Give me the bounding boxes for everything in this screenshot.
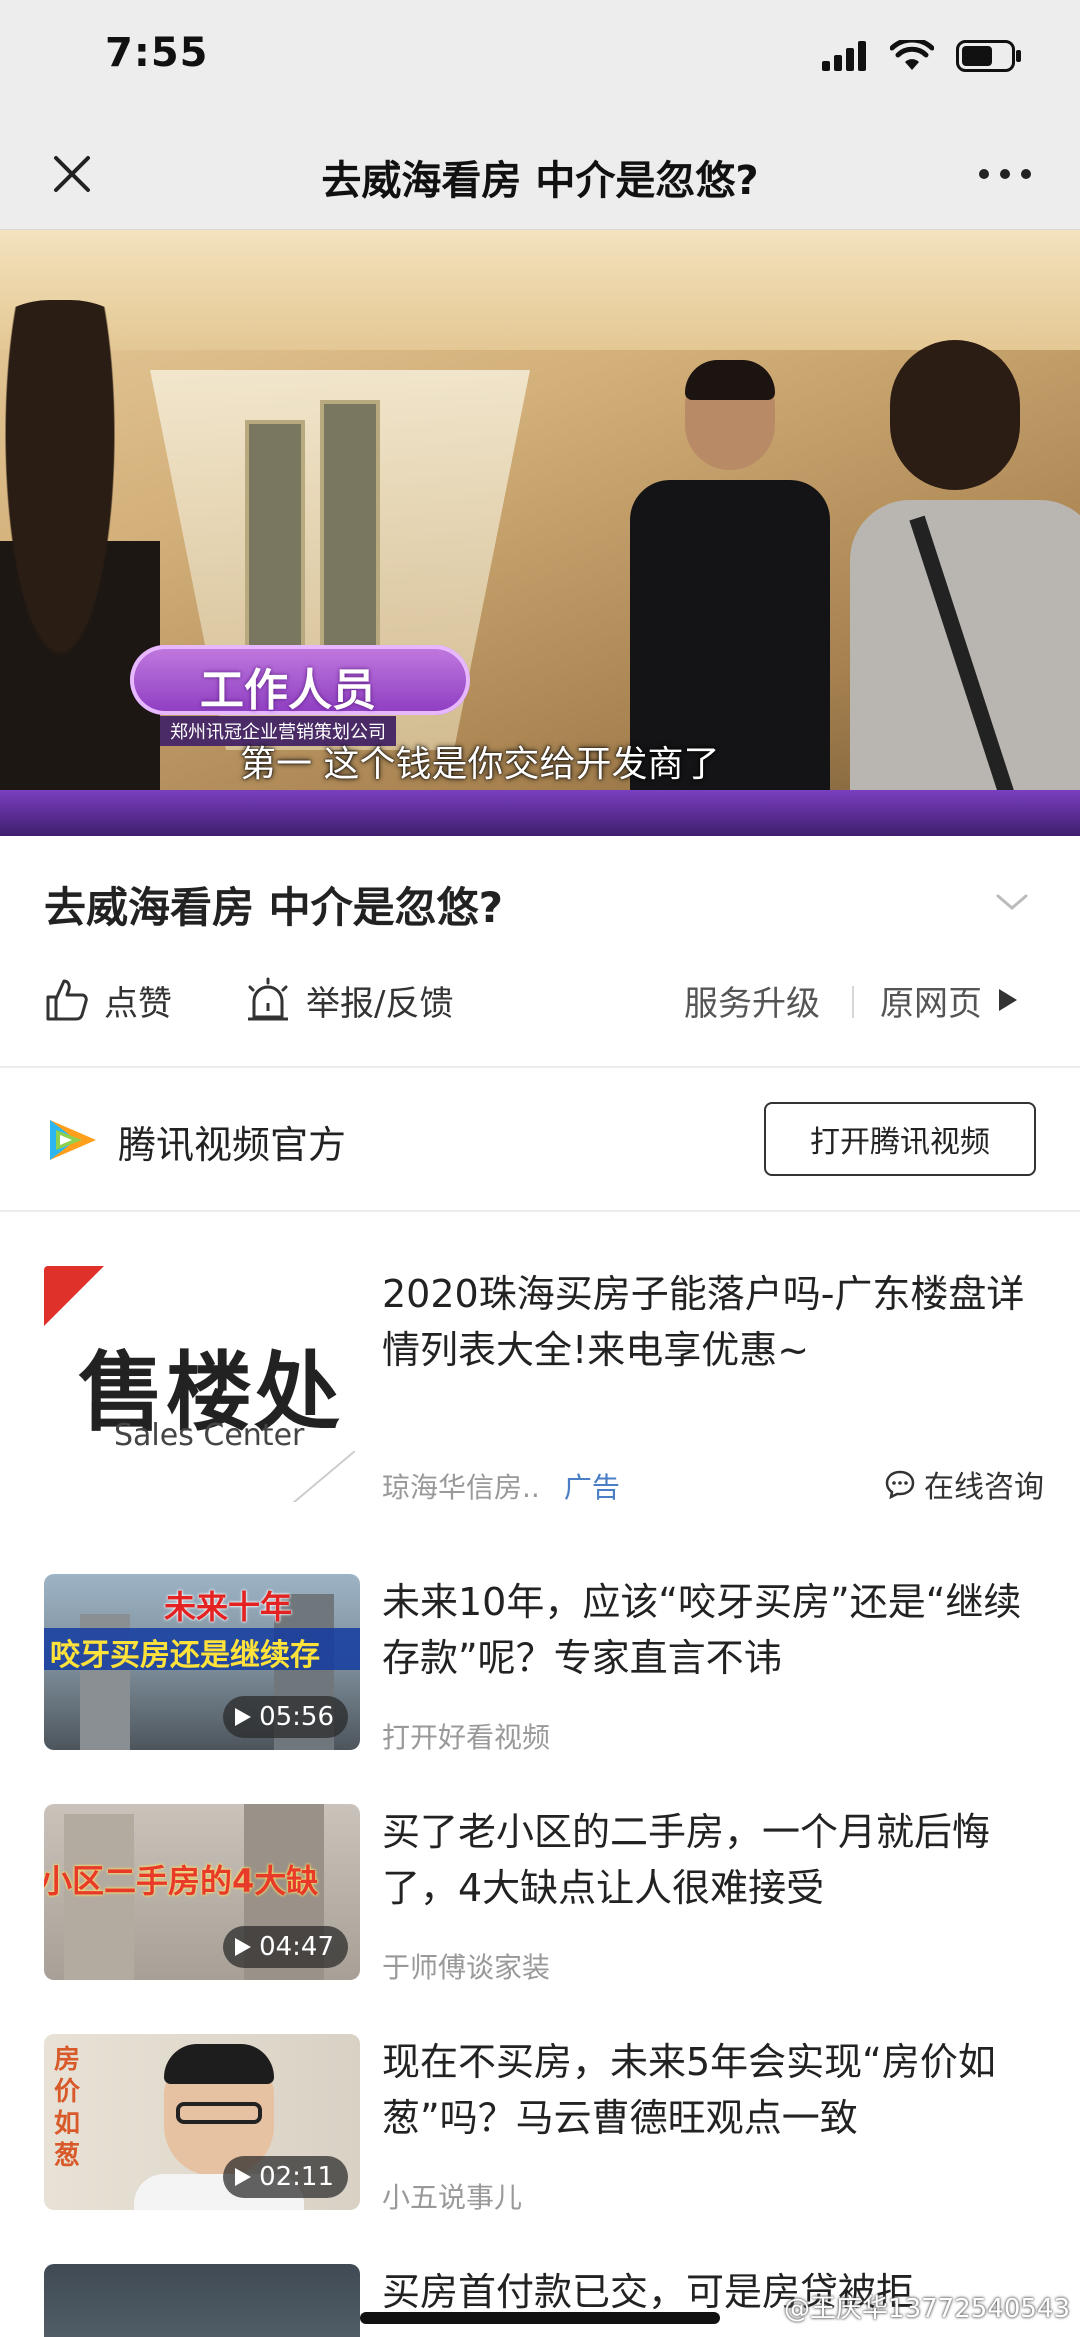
wifi-icon xyxy=(890,40,934,70)
caption-name: 工作人员 xyxy=(200,665,376,716)
upgrade-label: 服务升级 xyxy=(684,983,820,1024)
list-item[interactable]: 房价如葱 02:11 现在不买房，未来5年会实现“房价如葱”吗？马云曹德旺观点一… xyxy=(0,2034,1080,2214)
thumb-hair xyxy=(164,2044,274,2084)
divider xyxy=(0,1210,1080,1212)
chevron-down-icon[interactable] xyxy=(994,890,1030,914)
signal-icon xyxy=(822,41,866,71)
video-thumbnail: 房价如葱 02:11 xyxy=(44,2034,360,2210)
status-bar: 7:55 xyxy=(0,0,1080,118)
item-title: 未来10年，应该“咬牙买房”还是“继续存款”呢？专家直言不讳 xyxy=(382,1580,1022,1680)
duration-label: 02:11 xyxy=(259,2162,334,2192)
status-time: 7:55 xyxy=(105,30,209,76)
source-row: 腾讯视频官方 打开腾讯视频 xyxy=(0,1068,1080,1210)
video-thumbnail: 未来十年 咬牙买房还是继续存 05:56 xyxy=(44,1574,360,1750)
article-actions: 点赞 举报/反馈 服务升级 原网页 xyxy=(0,960,1080,1060)
video-door xyxy=(320,400,380,680)
alarm-icon xyxy=(248,977,288,1021)
item-title: 现在不买房，未来5年会实现“房价如葱”吗？马云曹德旺观点一致 xyxy=(382,2040,996,2140)
video-person-left xyxy=(0,300,160,836)
nav-bar: 去威海看房 中介是忽悠? xyxy=(0,118,1080,230)
online-consult-button[interactable]: 在线咨询 xyxy=(884,1462,1044,1506)
item-author: 小五说事儿 xyxy=(382,2181,523,2214)
source-name: 腾讯视频官方 xyxy=(118,1123,347,1167)
duration-label: 05:56 xyxy=(259,1702,334,1732)
video-duration: 05:56 xyxy=(223,1696,348,1738)
more-icon[interactable] xyxy=(970,146,1040,202)
play-icon xyxy=(235,1708,252,1726)
video-door xyxy=(245,420,305,670)
item-author: 琼海华信房.. xyxy=(382,1471,540,1504)
open-tencent-video-button[interactable]: 打开腾讯视频 xyxy=(764,1102,1036,1176)
action-divider xyxy=(852,986,854,1018)
play-icon xyxy=(999,989,1017,1011)
status-icons xyxy=(822,40,1022,72)
thumb-glasses xyxy=(176,2102,262,2124)
play-icon xyxy=(235,2168,252,2186)
list-item-ad[interactable]: 售楼处 Sales Center 2020珠海买房子能落户吗-广东楼盘详情列表大… xyxy=(0,1266,1080,1516)
home-indicator[interactable] xyxy=(360,2312,720,2324)
item-author: 于师傅谈家装 xyxy=(382,1951,551,1984)
item-meta: 琼海华信房.. 广告 xyxy=(382,1466,620,1506)
video-player[interactable]: 工作人员 郑州讯冠企业营销策划公司 第一 这个钱是你交给开发商了 xyxy=(0,230,1080,836)
duration-label: 04:47 xyxy=(259,1932,334,1962)
thumbs-up-icon xyxy=(46,979,88,1021)
nav-title: 去威海看房 中介是忽悠? xyxy=(321,158,759,204)
ad-thumbnail: 售楼处 Sales Center xyxy=(44,1266,360,1502)
play-icon xyxy=(235,1938,252,1956)
tencent-video-logo-icon xyxy=(50,1120,96,1160)
original-page-link[interactable]: 原网页 xyxy=(880,960,1020,1040)
watermark: @王庆华13772540543 xyxy=(784,2294,1070,2324)
video-thumbnail: 小区二手房的4大缺 04:47 xyxy=(44,1804,360,1980)
video-band xyxy=(0,790,1080,836)
video-duration: 04:47 xyxy=(223,1926,348,1968)
video-duration: 02:11 xyxy=(223,2156,348,2198)
video-subtitle: 第一 这个钱是你交给开发商了 xyxy=(240,744,720,785)
report-label: 举报/反馈 xyxy=(306,983,454,1024)
ad-label: 广告 xyxy=(563,1471,620,1504)
like-button[interactable]: 点赞 xyxy=(44,960,172,1040)
report-button[interactable]: 举报/反馈 xyxy=(244,960,453,1040)
thumb-sub-text: Sales Center xyxy=(114,1418,305,1453)
item-author: 打开好看视频 xyxy=(382,1721,551,1754)
corner-ribbon xyxy=(44,1266,104,1326)
thumb-text: 未来十年 xyxy=(164,1588,293,1626)
article-title: 去威海看房 中介是忽悠? xyxy=(44,883,503,932)
thumb-text: 小区二手房的4大缺 xyxy=(44,1862,319,1900)
video-ceiling xyxy=(0,230,1080,350)
item-title: 2020珠海买房子能落户吗-广东楼盘详情列表大全!来电享优惠~ xyxy=(382,1272,1025,1372)
list-item[interactable]: 小区二手房的4大缺 04:47 买了老小区的二手房，一个月就后悔了，4大缺点让人… xyxy=(0,1804,1080,1984)
video-thumbnail xyxy=(44,2264,360,2337)
list-item[interactable]: 未来十年 咬牙买房还是继续存 05:56 未来10年，应该“咬牙买房”还是“继续… xyxy=(0,1574,1080,1754)
service-upgrade-link[interactable]: 服务升级 xyxy=(684,960,820,1040)
thumb-side-text: 房价如葱 xyxy=(54,2045,81,2171)
thumb-text: 咬牙买房还是继续存 xyxy=(50,1638,320,1673)
thumb-decor xyxy=(292,1450,356,1502)
video-person-right xyxy=(840,340,1080,836)
consult-label: 在线咨询 xyxy=(924,1470,1044,1505)
battery-icon xyxy=(956,40,1021,72)
original-label: 原网页 xyxy=(880,983,982,1024)
like-label: 点赞 xyxy=(104,983,172,1024)
chat-bubble-icon xyxy=(885,1470,915,1499)
item-title: 买了老小区的二手房，一个月就后悔了，4大缺点让人很难接受 xyxy=(382,1810,991,1910)
